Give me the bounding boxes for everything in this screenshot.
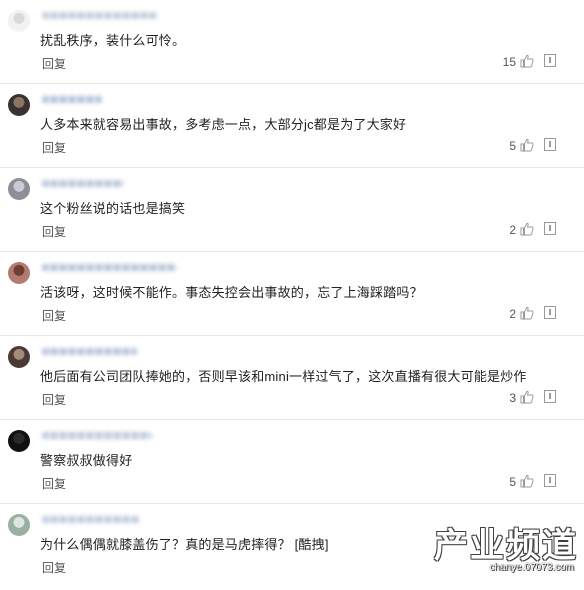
username-blurred[interactable] bbox=[42, 96, 102, 103]
username-blurred[interactable] bbox=[42, 432, 152, 439]
comment-text: 活该呀，这时候不能作。事态失控会出事故的，忘了上海踩踏吗？ bbox=[40, 285, 423, 300]
reply-button[interactable]: 回复 bbox=[42, 55, 66, 72]
username-blurred[interactable] bbox=[42, 516, 140, 523]
avatar[interactable] bbox=[8, 514, 30, 536]
thumbs-up-icon[interactable] bbox=[520, 390, 534, 404]
username-blurred[interactable] bbox=[42, 264, 177, 271]
comment-item: 警察叔叔做得好 回复 5 bbox=[0, 420, 584, 504]
avatar[interactable] bbox=[8, 430, 30, 452]
comment-text: 这个粉丝说的话也是搞笑 bbox=[40, 201, 186, 216]
report-icon[interactable] bbox=[544, 222, 556, 235]
report-icon[interactable] bbox=[544, 390, 556, 403]
reply-button[interactable]: 回复 bbox=[42, 559, 66, 576]
comment-text: 扰乱秩序，装什么可怜。 bbox=[40, 33, 186, 48]
thumbs-up-icon[interactable] bbox=[520, 138, 534, 152]
like-count: 3 bbox=[509, 391, 516, 405]
comment-text: 警察叔叔做得好 bbox=[40, 453, 133, 468]
comment-text: 人多本来就容易出事故，多考虑一点，大部分jc都是为了大家好 bbox=[40, 117, 407, 132]
avatar[interactable] bbox=[8, 94, 30, 116]
watermark-title: 产业频道 bbox=[434, 526, 578, 566]
report-icon[interactable] bbox=[544, 306, 556, 319]
reply-button[interactable]: 回复 bbox=[42, 475, 66, 492]
comment-item: 人多本来就容易出事故，多考虑一点，大部分jc都是为了大家好 回复 5 bbox=[0, 84, 584, 168]
like-count: 5 bbox=[509, 475, 516, 489]
comment-text: 他后面有公司团队捧她的，否则早该和mini一样过气了，这次直播有很大可能是炒作 bbox=[40, 369, 527, 384]
avatar[interactable] bbox=[8, 262, 30, 284]
reply-button[interactable]: 回复 bbox=[42, 307, 66, 324]
comment-item: 他后面有公司团队捧她的，否则早该和mini一样过气了，这次直播有很大可能是炒作 … bbox=[0, 336, 584, 420]
thumbs-up-icon[interactable] bbox=[520, 222, 534, 236]
comment-item: 这个粉丝说的话也是搞笑 回复 2 bbox=[0, 168, 584, 252]
report-icon[interactable] bbox=[544, 474, 556, 487]
like-count: 2 bbox=[509, 223, 516, 237]
comment-text: 为什么偶偶就膝盖伤了？真的是马虎摔得？ [酷拽] bbox=[40, 537, 329, 552]
like-count: 5 bbox=[509, 139, 516, 153]
avatar[interactable] bbox=[8, 178, 30, 200]
username-blurred[interactable] bbox=[42, 348, 137, 355]
like-count: 15 bbox=[502, 55, 516, 69]
thumbs-up-icon[interactable] bbox=[520, 54, 534, 68]
watermark-logo: 产业频道 chanye.07073.com bbox=[428, 518, 578, 582]
avatar[interactable] bbox=[8, 346, 30, 368]
username-blurred[interactable] bbox=[42, 180, 124, 187]
report-icon[interactable] bbox=[544, 54, 556, 67]
like-count: 2 bbox=[509, 307, 516, 321]
reply-button[interactable]: 回复 bbox=[42, 139, 66, 156]
username-blurred[interactable] bbox=[42, 12, 157, 19]
watermark-url: chanye.07073.com bbox=[489, 562, 574, 573]
thumbs-up-icon[interactable] bbox=[520, 474, 534, 488]
report-icon[interactable] bbox=[544, 138, 556, 151]
avatar[interactable] bbox=[8, 10, 30, 32]
comment-item: 活该呀，这时候不能作。事态失控会出事故的，忘了上海踩踏吗？ 回复 2 bbox=[0, 252, 584, 336]
reply-button[interactable]: 回复 bbox=[42, 391, 66, 408]
thumbs-up-icon[interactable] bbox=[520, 306, 534, 320]
comment-item: 扰乱秩序，装什么可怜。 回复 15 bbox=[0, 0, 584, 84]
reply-button[interactable]: 回复 bbox=[42, 223, 66, 240]
